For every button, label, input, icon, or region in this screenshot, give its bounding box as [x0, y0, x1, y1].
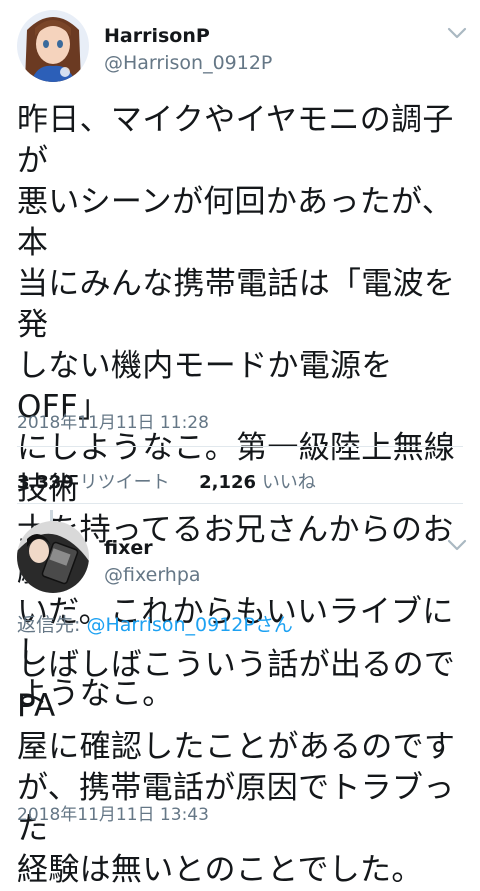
reply-target-link[interactable]: @Harrison_0912Pさん: [86, 614, 292, 636]
retweet-label[interactable]: リツイート: [80, 472, 170, 493]
divider: [17, 503, 463, 504]
avatar-fixer[interactable]: [17, 521, 89, 593]
user-handle[interactable]: @Harrison_0912P: [104, 52, 272, 74]
divider: [17, 446, 463, 447]
user-handle[interactable]: @fixerhpa: [104, 564, 201, 586]
avatar-harrisonp[interactable]: [17, 10, 89, 82]
chevron-down-icon[interactable]: [446, 26, 468, 40]
like-label[interactable]: いいね: [262, 472, 316, 493]
engagement-stats: 3,339 リツイート 2,126 いいね: [17, 468, 316, 494]
tweet-timestamp[interactable]: 2018年11月11日 13:43: [17, 800, 209, 825]
tweet-text: しばしばこういう話が出るのでPA 屋に確認したことがあるのです が、携帯電話が原…: [17, 647, 456, 888]
chevron-down-icon[interactable]: [446, 538, 468, 552]
display-name[interactable]: fixer: [104, 537, 153, 559]
reply-to: 返信先: @Harrison_0912Pさん: [17, 610, 293, 637]
retweet-count[interactable]: 3,339: [17, 472, 74, 493]
like-count[interactable]: 2,126: [199, 472, 256, 493]
tweet-timestamp[interactable]: 2018年11月11日 11:28: [17, 408, 209, 433]
reply-prefix: 返信先:: [17, 614, 87, 636]
display-name[interactable]: HarrisonP: [104, 25, 210, 47]
